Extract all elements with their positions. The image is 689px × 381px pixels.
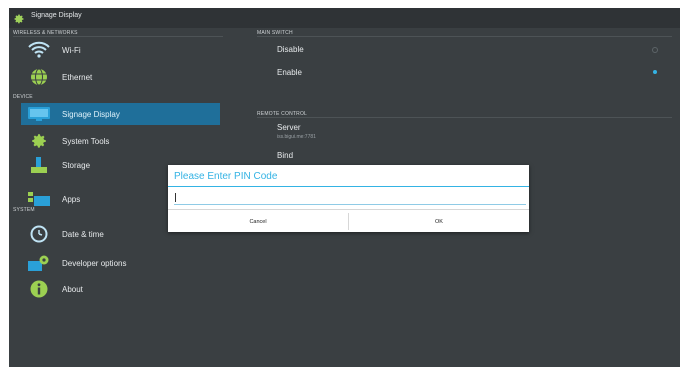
section-header-device: DEVICE <box>13 94 33 100</box>
sidebar-item-system-tools[interactable]: System Tools <box>27 130 220 152</box>
section-divider <box>13 36 223 37</box>
window-title: Signage Display <box>31 12 82 19</box>
apps-icon <box>27 190 51 208</box>
sidebar-item-ethernet[interactable]: Ethernet <box>27 66 220 88</box>
sidebar-item-signage-display[interactable]: Signage Display <box>21 103 220 125</box>
display-icon <box>27 105 51 123</box>
gear-icon <box>27 132 51 150</box>
globe-icon <box>27 68 51 86</box>
sidebar-item-label: Ethernet <box>62 72 93 82</box>
sidebar-item-label: Signage Display <box>62 109 120 119</box>
radio-enable[interactable] <box>653 70 657 74</box>
dialog-button-bar: Cancel OK <box>168 209 529 233</box>
section-divider <box>257 117 672 118</box>
sidebar-item-label: Apps <box>62 194 81 204</box>
sidebar-item-label: System Tools <box>62 136 110 146</box>
server-value: iss.bigui.me:7781 <box>277 134 316 140</box>
text-caret <box>175 193 176 202</box>
server-label[interactable]: Server <box>277 123 301 132</box>
dialog-title-divider <box>168 186 529 187</box>
cancel-button[interactable]: Cancel <box>168 210 348 233</box>
sidebar-item-label: Developer options <box>62 258 127 268</box>
storage-icon <box>27 156 51 174</box>
wifi-icon <box>27 41 51 59</box>
ok-button[interactable]: OK <box>349 210 529 233</box>
option-disable[interactable]: Disable <box>277 45 304 54</box>
section-divider <box>257 36 672 37</box>
bind-label[interactable]: Bind <box>277 151 293 160</box>
sidebar-item-label: Storage <box>62 160 91 170</box>
section-header-system: SYSTEM <box>13 207 35 213</box>
radio-disable[interactable] <box>652 47 658 53</box>
sidebar-item-wifi[interactable]: Wi-Fi <box>27 39 220 61</box>
clock-icon <box>27 225 51 243</box>
sidebar-item-about[interactable]: About <box>27 278 220 300</box>
option-enable[interactable]: Enable <box>277 68 302 77</box>
sidebar-item-label: About <box>62 284 83 294</box>
sidebar-item-label: Wi-Fi <box>62 45 81 55</box>
developer-icon <box>27 254 51 272</box>
pin-code-dialog: Please Enter PIN Code Cancel OK <box>168 165 529 232</box>
dialog-title: Please Enter PIN Code <box>174 171 278 182</box>
info-icon <box>27 280 51 298</box>
sidebar-item-label: Date & time <box>62 229 104 239</box>
sidebar-item-developer-options[interactable]: Developer options <box>27 252 220 274</box>
title-bar: Signage Display <box>9 8 680 28</box>
pin-code-input[interactable] <box>174 191 526 205</box>
gear-icon <box>13 12 25 24</box>
